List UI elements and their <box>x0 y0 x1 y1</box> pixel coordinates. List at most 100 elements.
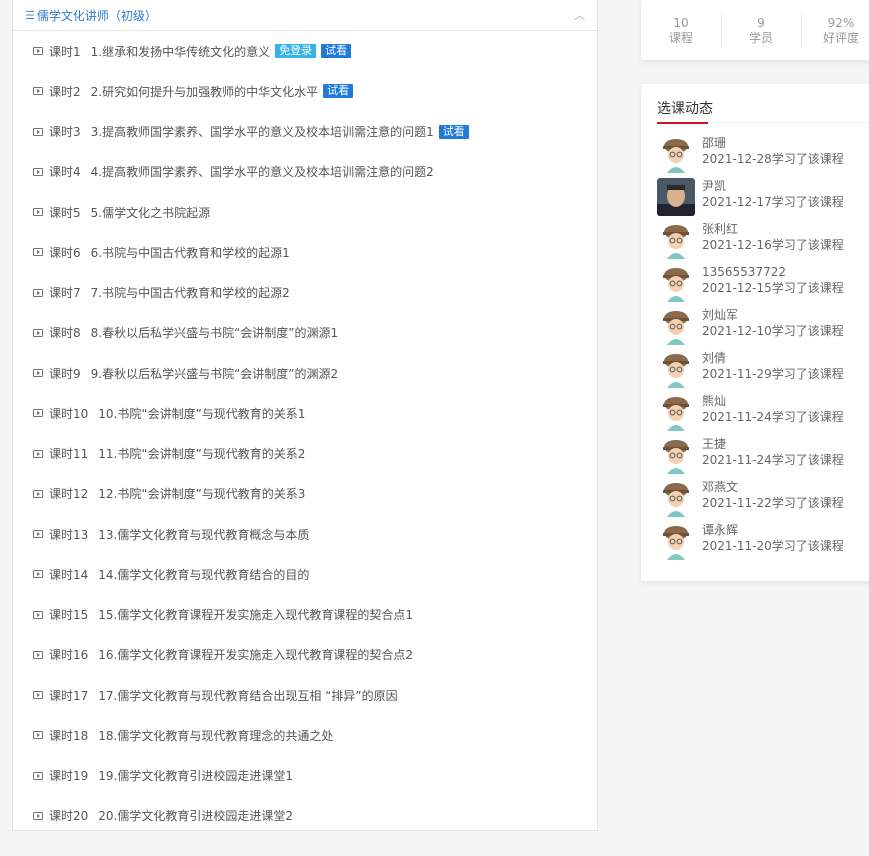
lesson-title[interactable]: 20.儒学文化教育引进校园走进课堂2 <box>98 807 293 824</box>
learner-name[interactable]: 张利红 <box>702 221 844 237</box>
activity-item: 谭永辉 2021-11-20学习了该课程 <box>641 522 869 565</box>
lesson-row[interactable]: 课时19 19.儒学文化教育引进校园走进课堂1 <box>13 756 597 796</box>
lesson-row[interactable]: 课时2 2.研究如何提升与加强教师的中华文化水平 试看 <box>13 71 597 111</box>
lesson-title[interactable]: 4.提高教师国学素养、国学水平的意义及校本培训需注意的问题2 <box>91 163 434 180</box>
cartoon-avatar-icon[interactable] <box>657 393 695 431</box>
video-icon <box>33 167 43 176</box>
learner-name[interactable]: 刘灿军 <box>702 307 844 323</box>
learn-time: 2021-11-24学习了该课程 <box>702 453 844 467</box>
lesson-title[interactable]: 10.书院“会讲制度”与现代教育的关系1 <box>98 405 305 422</box>
learn-time: 2021-12-15学习了该课程 <box>702 281 844 295</box>
activity-item: 张利红 2021-12-16学习了该课程 <box>641 221 869 264</box>
lesson-title[interactable]: 19.儒学文化教育引进校园走进课堂1 <box>98 767 293 784</box>
lesson-title[interactable]: 12.书院“会讲制度”与现代教育的关系3 <box>98 485 305 502</box>
lesson-title[interactable]: 16.儒学文化教育课程开发实施走入现代教育课程的契合点2 <box>98 646 413 663</box>
cartoon-avatar-icon[interactable] <box>657 221 695 259</box>
lesson-number: 课时8 <box>49 326 81 341</box>
lesson-title[interactable]: 17.儒学文化教育与现代教育结合出现互相 “排异”的原因 <box>98 687 397 704</box>
video-icon <box>33 127 43 136</box>
lesson-title[interactable]: 13.儒学文化教育与现代教育概念与本质 <box>98 526 309 543</box>
trial-badge[interactable]: 试看 <box>438 124 469 139</box>
learn-time: 2021-11-29学习了该课程 <box>702 367 844 381</box>
photo-avatar[interactable] <box>657 178 695 216</box>
lesson-row[interactable]: 课时5 5.儒学文化之书院起源 <box>13 192 597 232</box>
lesson-row[interactable]: 课时20 20.儒学文化教育引进校园走进课堂2 <box>13 796 597 830</box>
lesson-number: 课时7 <box>49 286 81 301</box>
lesson-row[interactable]: 课时17 17.儒学文化教育与现代教育结合出现互相 “排异”的原因 <box>13 675 597 715</box>
lesson-row[interactable]: 课时3 3.提高教师国学素养、国学水平的意义及校本培训需注意的问题1 试看 <box>13 112 597 152</box>
lesson-row[interactable]: 课时4 4.提高教师国学素养、国学水平的意义及校本培训需注意的问题2 <box>13 152 597 192</box>
list-icon: ☰ <box>25 8 35 22</box>
chevron-up-icon[interactable]: ︿ <box>574 7 585 23</box>
lesson-row[interactable]: 课时16 16.儒学文化教育课程开发实施走入现代教育课程的契合点2 <box>13 635 597 675</box>
video-icon <box>33 47 43 56</box>
trial-badge[interactable]: 试看 <box>323 84 354 99</box>
stat-label: 课程 <box>668 31 693 45</box>
lesson-title[interactable]: 7.书院与中国古代教育和学校的起源2 <box>91 284 290 301</box>
activity-item: 邓燕文 2021-11-22学习了该课程 <box>641 479 869 522</box>
lesson-row[interactable]: 课时10 10.书院“会讲制度”与现代教育的关系1 <box>13 393 597 433</box>
lesson-title[interactable]: 1.继承和发扬中华传统文化的意义 <box>91 43 270 60</box>
section-header[interactable]: ☰ 儒学文化讲师（初级） ︿ <box>13 0 597 31</box>
lesson-title[interactable]: 2.研究如何提升与加强教师的中华文化水平 <box>91 83 318 100</box>
lesson-title[interactable]: 18.儒学文化教育与现代教育理念的共通之处 <box>98 727 333 744</box>
stat-rating: 92% 好评度 <box>801 0 869 60</box>
free-login-badge[interactable]: 免登录 <box>275 44 317 59</box>
stat-label: 学员 <box>748 31 773 45</box>
lesson-number: 课时13 <box>49 527 89 542</box>
cartoon-avatar-icon[interactable] <box>657 135 695 173</box>
lesson-title[interactable]: 11.书院“会讲制度”与现代教育的关系2 <box>98 445 305 462</box>
video-icon <box>33 369 43 378</box>
learn-time: 2021-11-22学习了该课程 <box>702 496 844 510</box>
lesson-title[interactable]: 3.提高教师国学素养、国学水平的意义及校本培训需注意的问题1 <box>91 123 434 140</box>
lesson-number: 课时11 <box>49 447 89 462</box>
cartoon-avatar-icon[interactable] <box>657 307 695 345</box>
course-stats: 10 课程 9 学员 92% 好评度 <box>641 0 869 60</box>
cartoon-avatar-icon[interactable] <box>657 436 695 474</box>
lesson-title[interactable]: 15.儒学文化教育课程开发实施走入现代教育课程的契合点1 <box>98 606 413 623</box>
learner-name[interactable]: 刘倩 <box>702 350 844 366</box>
cartoon-avatar-icon[interactable] <box>657 522 695 560</box>
lesson-title[interactable]: 5.儒学文化之书院起源 <box>91 204 210 221</box>
learner-name[interactable]: 王捷 <box>702 436 844 452</box>
learner-name[interactable]: 谭永辉 <box>702 522 844 538</box>
video-icon <box>33 449 43 458</box>
lesson-title[interactable]: 8.春秋以后私学兴盛与书院“会讲制度”的渊源1 <box>91 324 339 341</box>
learner-name[interactable]: 13565537722 <box>702 264 844 280</box>
trial-badge[interactable]: 试看 <box>321 44 352 59</box>
cartoon-avatar-icon[interactable] <box>657 350 695 388</box>
cartoon-avatar-icon[interactable] <box>657 264 695 302</box>
lesson-title[interactable]: 9.春秋以后私学兴盛与书院“会讲制度”的渊源2 <box>91 365 339 382</box>
lesson-number: 课时4 <box>49 165 81 180</box>
lesson-number: 课时1 <box>49 44 81 59</box>
lesson-catalog: ☰ 儒学文化讲师（初级） ︿ 课时1 1.继承和发扬中华传统文化的意义 免登录 试看课… <box>12 0 598 831</box>
lesson-row[interactable]: 课时8 8.春秋以后私学兴盛与书院“会讲制度”的渊源1 <box>13 313 597 353</box>
lesson-row[interactable]: 课时15 15.儒学文化教育课程开发实施走入现代教育课程的契合点1 <box>13 595 597 635</box>
learn-time: 2021-12-28学习了该课程 <box>702 152 844 166</box>
lesson-title[interactable]: 6.书院与中国古代教育和学校的起源1 <box>91 244 290 261</box>
lesson-row[interactable]: 课时18 18.儒学文化教育与现代教育理念的共通之处 <box>13 715 597 755</box>
lesson-row[interactable]: 课时6 6.书院与中国古代教育和学校的起源1 <box>13 232 597 272</box>
learner-name[interactable]: 熊灿 <box>702 393 844 409</box>
section-title: 儒学文化讲师（初级） <box>36 8 157 23</box>
lesson-row[interactable]: 课时14 14.儒学文化教育与现代教育结合的目的 <box>13 554 597 594</box>
lesson-row[interactable]: 课时7 7.书院与中国古代教育和学校的起源2 <box>13 273 597 313</box>
lesson-row[interactable]: 课时9 9.春秋以后私学兴盛与书院“会讲制度”的渊源2 <box>13 353 597 393</box>
learner-name[interactable]: 尹凯 <box>702 178 844 194</box>
video-icon <box>33 288 43 297</box>
lesson-number: 课时2 <box>49 84 81 99</box>
cartoon-avatar-icon[interactable] <box>657 479 695 517</box>
activity-item: 13565537722 2021-12-15学习了该课程 <box>641 264 869 307</box>
video-icon <box>33 570 43 579</box>
lesson-row[interactable]: 课时12 12.书院“会讲制度”与现代教育的关系3 <box>13 474 597 514</box>
lesson-row[interactable]: 课时11 11.书院“会讲制度”与现代教育的关系2 <box>13 434 597 474</box>
lesson-row[interactable]: 课时1 1.继承和发扬中华传统文化的意义 免登录 试看 <box>13 31 597 71</box>
video-icon <box>33 208 43 217</box>
learner-name[interactable]: 邓燕文 <box>702 479 844 495</box>
lesson-title[interactable]: 14.儒学文化教育与现代教育结合的目的 <box>98 566 309 583</box>
stat-value: 92% <box>827 16 855 30</box>
lesson-row[interactable]: 课时13 13.儒学文化教育与现代教育概念与本质 <box>13 514 597 554</box>
learner-name[interactable]: 邵珊 <box>702 135 844 151</box>
video-icon <box>33 650 43 659</box>
stat-students: 9 学员 <box>721 0 801 60</box>
